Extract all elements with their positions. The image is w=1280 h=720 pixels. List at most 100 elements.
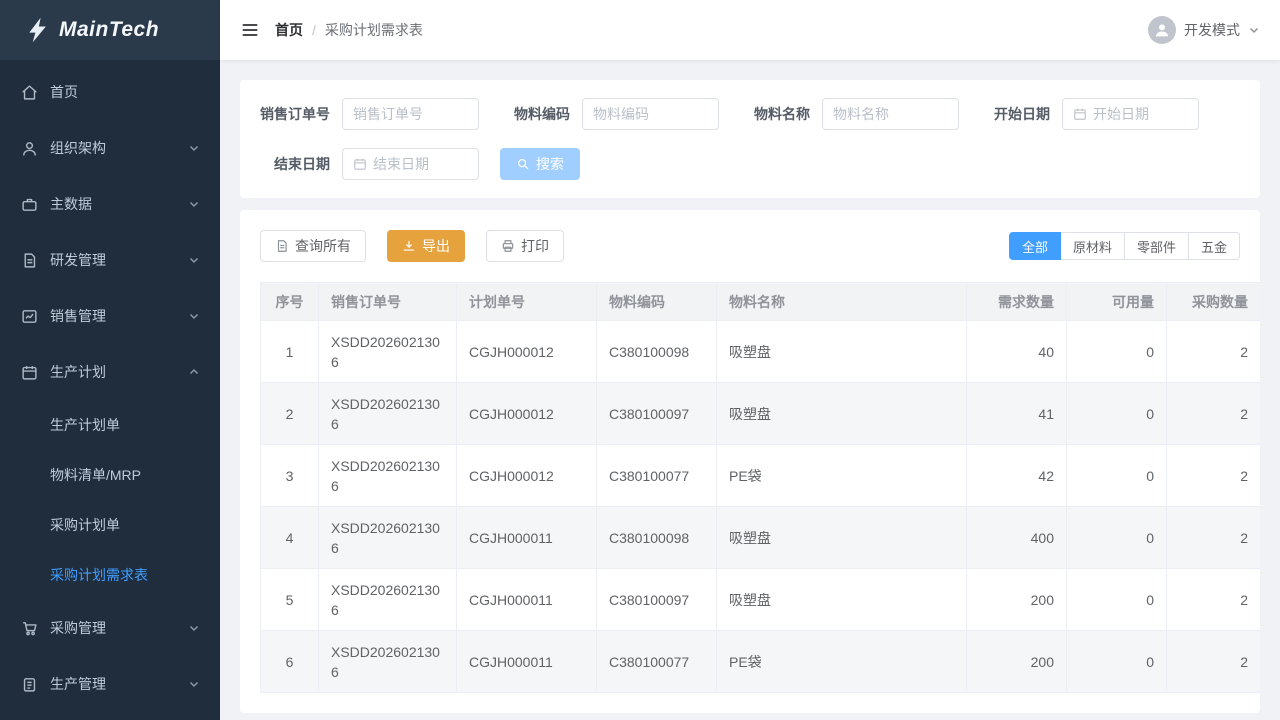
sidebar-item-label: 采购管理 <box>50 618 176 638</box>
cell-purchase-qty: 2 <box>1167 631 1261 693</box>
export-button[interactable]: 导出 <box>387 230 465 262</box>
search-button[interactable]: 搜索 <box>500 148 580 180</box>
brand-name: MainTech <box>59 18 159 42</box>
sidebar-subitem-purchase-plan-demand[interactable]: 采购计划需求表 <box>0 550 220 600</box>
user-icon <box>20 139 38 157</box>
sidebar: MainTech 首页 组织架构 <box>0 0 220 720</box>
sidebar-item-label: 研发管理 <box>50 250 176 270</box>
sidebar-item-purchase-management[interactable]: 采购管理 <box>0 600 220 656</box>
cell-seq: 5 <box>261 569 319 631</box>
sidebar-item-sales-management[interactable]: 销售管理 <box>0 288 220 344</box>
sidebar-subitem-label: 生产计划单 <box>50 415 120 435</box>
category-tab-raw-material[interactable]: 原材料 <box>1061 232 1125 260</box>
sidebar-item-production-plan[interactable]: 生产计划 <box>0 344 220 400</box>
cell-sales-order: XSDD2026021306 <box>319 569 457 631</box>
cell-demand-qty: 40 <box>967 321 1067 383</box>
material-code-input[interactable] <box>593 106 708 122</box>
main-area: 首页 / 采购计划需求表 开发模式 销售订单号 <box>220 0 1280 720</box>
cell-sales-order: XSDD2026021306 <box>319 631 457 693</box>
material-name-input-wrap <box>822 98 959 130</box>
material-name-input[interactable] <box>833 106 948 122</box>
cell-available-qty: 0 <box>1067 507 1167 569</box>
briefcase-icon <box>20 195 38 213</box>
sidebar-item-rd-management[interactable]: 研发管理 <box>0 232 220 288</box>
cell-purchase-qty: 2 <box>1167 383 1261 445</box>
start-date-input[interactable] <box>1093 106 1188 122</box>
column-header-material-name: 物料名称 <box>717 283 967 321</box>
sidebar-item-label: 生产计划 <box>50 362 176 382</box>
sidebar-subitem-label: 采购计划单 <box>50 515 120 535</box>
field-label: 结束日期 <box>260 154 330 174</box>
filter-panel: 销售订单号 物料编码 物料名称 <box>240 80 1260 198</box>
cell-plan-no: CGJH000012 <box>457 321 597 383</box>
chevron-down-icon <box>188 142 200 154</box>
query-all-button[interactable]: 查询所有 <box>260 230 366 262</box>
sales-order-input[interactable] <box>353 106 468 122</box>
sidebar-item-master-data[interactable]: 主数据 <box>0 176 220 232</box>
cell-seq: 2 <box>261 383 319 445</box>
table-row: 3 XSDD2026021306 CGJH000012 C380100077 P… <box>261 445 1261 507</box>
cell-material-code: C380100098 <box>597 321 717 383</box>
breadcrumb-current: 采购计划需求表 <box>325 20 423 40</box>
user-mode-label: 开发模式 <box>1184 20 1240 40</box>
filter-field-material-name: 物料名称 <box>740 98 959 130</box>
table-row: 6 XSDD2026021306 CGJH000011 C380100077 P… <box>261 631 1261 693</box>
category-tab-all[interactable]: 全部 <box>1009 232 1061 260</box>
cell-demand-qty: 200 <box>967 631 1067 693</box>
sidebar-subitem-production-plan-order[interactable]: 生产计划单 <box>0 400 220 450</box>
column-header-available-qty: 可用量 <box>1067 283 1167 321</box>
cell-demand-qty: 200 <box>967 569 1067 631</box>
table-row: 4 XSDD2026021306 CGJH000011 C380100098 吸… <box>261 507 1261 569</box>
calendar-icon <box>353 157 367 171</box>
end-date-input[interactable] <box>373 156 468 172</box>
category-tab-parts[interactable]: 零部件 <box>1125 232 1189 260</box>
chevron-down-icon <box>188 310 200 322</box>
query-all-label: 查询所有 <box>295 236 351 256</box>
column-header-purchase-qty: 采购数量 <box>1167 283 1261 321</box>
sidebar-item-label: 首页 <box>50 82 200 102</box>
app-root: MainTech 首页 组织架构 <box>0 0 1280 720</box>
user-menu[interactable]: 开发模式 <box>1148 16 1260 44</box>
cell-plan-no: CGJH000011 <box>457 631 597 693</box>
cell-available-qty: 0 <box>1067 631 1167 693</box>
sidebar-item-label: 销售管理 <box>50 306 176 326</box>
cell-available-qty: 0 <box>1067 569 1167 631</box>
column-header-demand-qty: 需求数量 <box>967 283 1067 321</box>
cell-seq: 1 <box>261 321 319 383</box>
field-label: 销售订单号 <box>260 104 330 124</box>
column-header-sales-order: 销售订单号 <box>319 283 457 321</box>
cell-sales-order: XSDD2026021306 <box>319 383 457 445</box>
table-row: 5 XSDD2026021306 CGJH000011 C380100097 吸… <box>261 569 1261 631</box>
print-label: 打印 <box>521 236 549 256</box>
sidebar-subitem-bom-mrp[interactable]: 物料清单/MRP <box>0 450 220 500</box>
chart-icon <box>20 307 38 325</box>
cell-plan-no: CGJH000012 <box>457 445 597 507</box>
sidebar-item-organization[interactable]: 组织架构 <box>0 120 220 176</box>
cell-seq: 6 <box>261 631 319 693</box>
cell-material-name: PE袋 <box>717 445 967 507</box>
search-icon <box>516 157 530 171</box>
print-button[interactable]: 打印 <box>486 230 564 262</box>
table-header-row: 序号 销售订单号 计划单号 物料编码 物料名称 需求数量 可用量 采购数量 <box>261 283 1261 321</box>
sidebar-item-production-management[interactable]: 生产管理 <box>0 656 220 712</box>
sidebar-subitem-purchase-plan-order[interactable]: 采购计划单 <box>0 500 220 550</box>
sidebar-menu: 首页 组织架构 主数据 <box>0 60 220 712</box>
table-toolbar: 查询所有 导出 打印 全部 <box>260 230 1240 262</box>
printer-icon <box>501 239 515 253</box>
sales-order-input-wrap <box>342 98 479 130</box>
download-icon <box>402 239 416 253</box>
material-code-input-wrap <box>582 98 719 130</box>
breadcrumb-home[interactable]: 首页 <box>275 20 303 40</box>
cell-material-name: 吸塑盘 <box>717 507 967 569</box>
cell-purchase-qty: 2 <box>1167 569 1261 631</box>
cell-available-qty: 0 <box>1067 321 1167 383</box>
table-panel: 查询所有 导出 打印 全部 <box>240 210 1260 713</box>
cell-sales-order: XSDD2026021306 <box>319 321 457 383</box>
sidebar-item-home[interactable]: 首页 <box>0 64 220 120</box>
calendar-icon <box>1073 107 1087 121</box>
chevron-up-icon <box>188 366 200 378</box>
breadcrumb: 首页 / 采购计划需求表 <box>275 20 423 40</box>
sidebar-toggle-icon[interactable] <box>240 20 260 40</box>
cell-demand-qty: 400 <box>967 507 1067 569</box>
category-tab-hardware[interactable]: 五金 <box>1189 232 1240 260</box>
